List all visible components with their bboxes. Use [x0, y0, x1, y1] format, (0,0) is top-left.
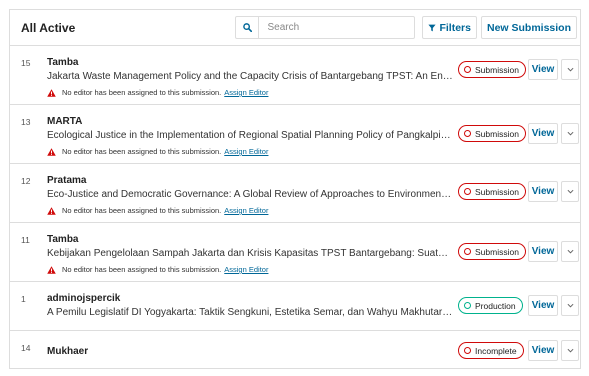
submission-id: 13 — [21, 117, 31, 127]
chevron-down-icon — [567, 67, 573, 72]
stage-label: Submission — [475, 186, 519, 197]
submission-row: 13 MARTA Ecological Justice in the Imple… — [10, 105, 580, 164]
view-button[interactable]: View — [528, 295, 558, 316]
view-button[interactable]: View — [528, 59, 558, 80]
assign-editor-link[interactable]: Assign Editor — [224, 147, 268, 156]
warning-icon — [47, 265, 56, 274]
submission-title: Kebijakan Pengelolaan Sampah Jakarta dan… — [47, 248, 453, 259]
submission-title: Ecological Justice in the Implementation… — [47, 130, 453, 141]
new-submission-label: New Submission — [486, 21, 571, 34]
expand-button[interactable] — [561, 241, 579, 262]
new-submission-button[interactable]: New Submission — [480, 16, 577, 39]
submission-author: adminojspercik — [47, 293, 121, 304]
assign-editor-link[interactable]: Assign Editor — [224, 88, 268, 97]
warning-icon — [47, 147, 56, 156]
no-editor-text: No editor has been assigned to this subm… — [62, 147, 222, 156]
filters-label: Filters — [439, 21, 471, 34]
stage-badge: Submission — [458, 243, 526, 260]
expand-button[interactable] — [561, 340, 579, 361]
expand-button[interactable] — [561, 59, 579, 80]
stage-badge: Submission — [458, 183, 526, 200]
view-button[interactable]: View — [528, 340, 558, 361]
stage-dot-icon — [464, 188, 471, 195]
no-editor-text: No editor has been assigned to this subm… — [62, 206, 222, 215]
chevron-down-icon — [567, 303, 573, 308]
submission-id: 14 — [21, 343, 31, 353]
stage-badge: Incomplete — [458, 342, 524, 359]
stage-label: Incomplete — [475, 345, 517, 356]
list-header: All Active Filters New Submission — [10, 10, 580, 46]
submission-id: 12 — [21, 176, 31, 186]
submission-row: 14 Mukhaer Incomplete View — [10, 331, 580, 369]
warning-icon — [47, 88, 56, 97]
no-editor-notice: No editor has been assigned to this subm… — [47, 88, 268, 97]
view-button[interactable]: View — [528, 241, 558, 262]
no-editor-text: No editor has been assigned to this subm… — [62, 88, 222, 97]
no-editor-notice: No editor has been assigned to this subm… — [47, 265, 268, 274]
stage-label: Submission — [475, 246, 519, 257]
expand-button[interactable] — [561, 123, 579, 144]
chevron-down-icon — [567, 131, 573, 136]
no-editor-notice: No editor has been assigned to this subm… — [47, 206, 268, 215]
stage-dot-icon — [464, 130, 471, 137]
search-box — [235, 16, 416, 39]
submission-title: A Pemilu Legislatif DI Yogyakarta: Takti… — [47, 307, 453, 318]
submission-id: 15 — [21, 58, 31, 68]
submission-row: 12 Pratama Eco-Justice and Democratic Go… — [10, 164, 580, 223]
no-editor-text: No editor has been assigned to this subm… — [62, 265, 222, 274]
submission-title: Eco-Justice and Democratic Governance: A… — [47, 189, 453, 200]
stage-dot-icon — [464, 347, 471, 354]
stage-badge: Submission — [458, 125, 526, 142]
assign-editor-link[interactable]: Assign Editor — [224, 265, 268, 274]
submissions-panel: All Active Filters New Submission 15 Tam… — [9, 9, 581, 369]
submission-id: 11 — [21, 235, 30, 245]
stage-badge: Submission — [458, 61, 526, 78]
stage-label: Submission — [475, 64, 519, 75]
expand-button[interactable] — [561, 295, 579, 316]
search-button[interactable] — [236, 17, 260, 38]
filters-button[interactable]: Filters — [422, 16, 477, 39]
submission-author: Mukhaer — [47, 346, 89, 357]
warning-icon — [47, 206, 56, 215]
stage-dot-icon — [464, 302, 471, 309]
submission-row: 15 Tamba Jakarta Waste Management Policy… — [10, 46, 580, 105]
stage-label: Submission — [475, 128, 519, 139]
stage-label: Production — [475, 300, 516, 311]
search-input[interactable] — [259, 17, 415, 38]
no-editor-notice: No editor has been assigned to this subm… — [47, 147, 268, 156]
chevron-down-icon — [567, 189, 573, 194]
submission-author: Tamba — [47, 234, 79, 245]
list-title: All Active — [21, 20, 76, 35]
chevron-down-icon — [567, 348, 573, 353]
submission-author: MARTA — [47, 116, 83, 127]
submission-author: Tamba — [47, 57, 79, 68]
view-button[interactable]: View — [528, 181, 558, 202]
submission-id: 1 — [21, 294, 26, 304]
submission-row: 11 Tamba Kebijakan Pengelolaan Sampah Ja… — [10, 223, 580, 282]
filter-icon — [428, 24, 437, 31]
chevron-down-icon — [567, 249, 573, 254]
view-button[interactable]: View — [528, 123, 558, 144]
expand-button[interactable] — [561, 181, 579, 202]
submission-row: 1 adminojspercik A Pemilu Legislatif DI … — [10, 282, 580, 331]
submission-author: Pratama — [47, 175, 87, 186]
stage-dot-icon — [464, 248, 471, 255]
stage-badge: Production — [458, 297, 523, 314]
search-icon — [243, 23, 252, 32]
stage-dot-icon — [464, 66, 471, 73]
submission-title: Jakarta Waste Management Policy and the … — [47, 71, 453, 82]
assign-editor-link[interactable]: Assign Editor — [224, 206, 268, 215]
